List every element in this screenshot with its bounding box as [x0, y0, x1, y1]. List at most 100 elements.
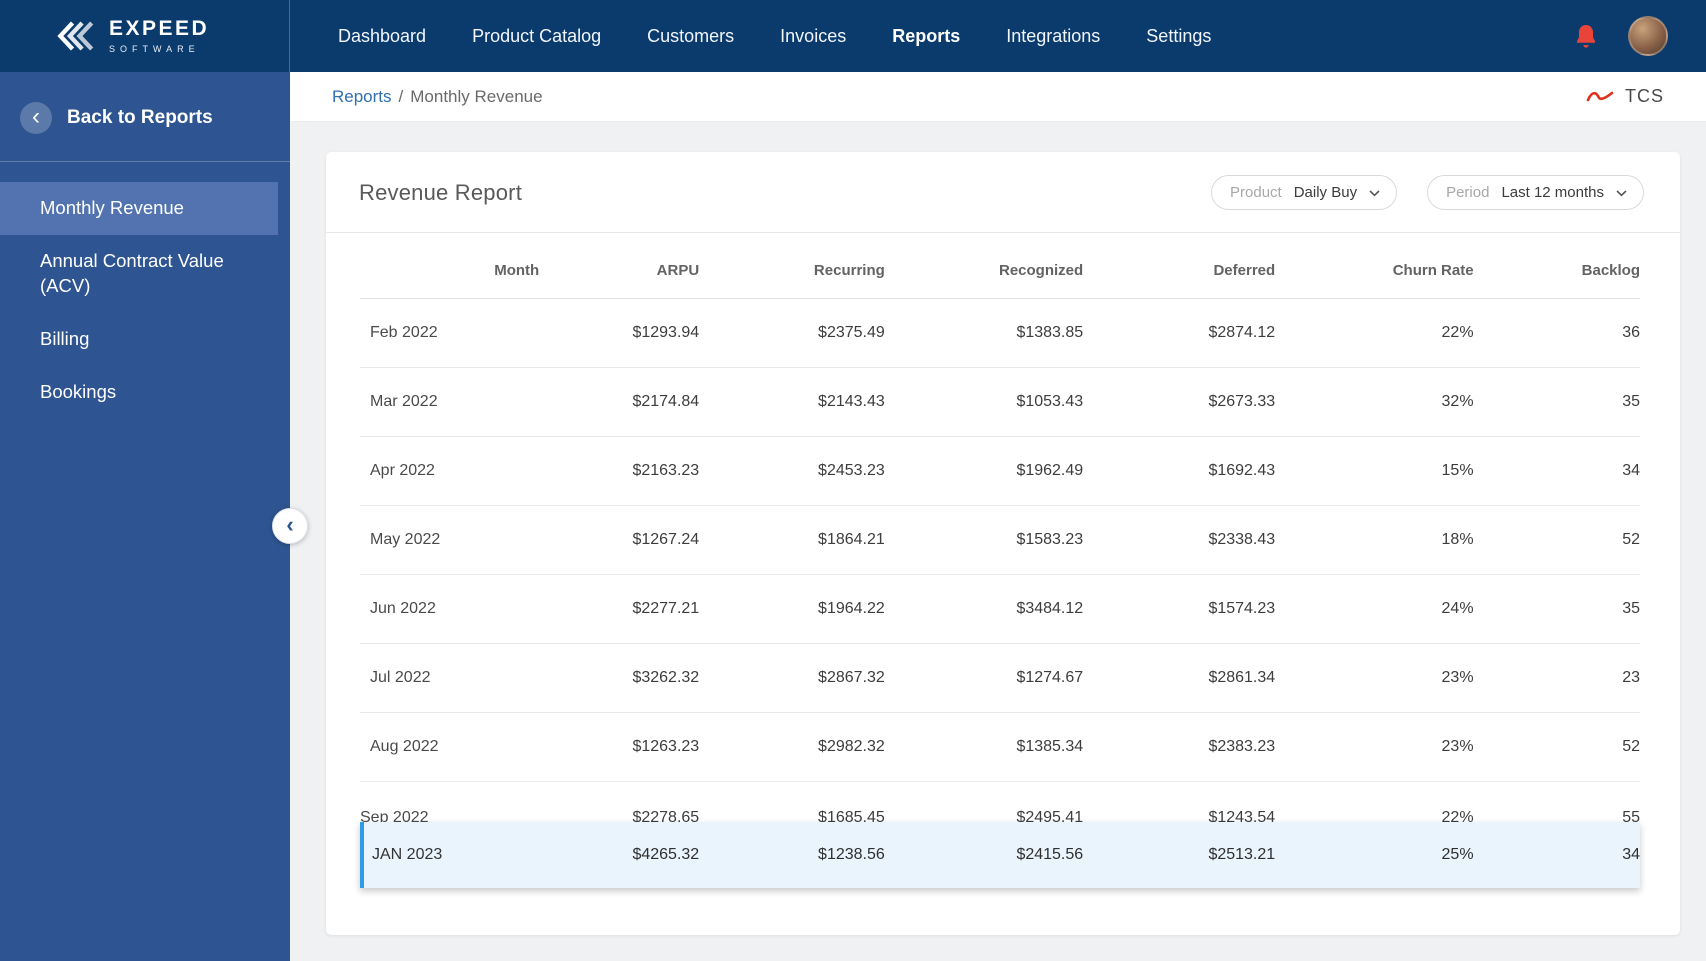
body-area: ‹ Back to Reports Monthly Revenue Annual… [0, 72, 1706, 961]
table-row[interactable]: Jun 2022 $2277.21 $1964.22 $3484.12 $157… [360, 575, 1640, 644]
nav-item[interactable]: Dashboard [338, 26, 426, 47]
cell-deferred: $2383.23 [1083, 713, 1276, 782]
column-header: Recognized [884, 237, 1084, 299]
column-header: Churn Rate [1275, 237, 1474, 299]
cell-arpu: $1293.94 [539, 299, 700, 368]
cell-month: Sep 2022 [360, 782, 539, 822]
cell-month: Feb 2022 [360, 299, 540, 368]
tcs-label: TCS [1625, 86, 1664, 106]
table-row[interactable]: May 2022 $1267.24 $1864.21 $1583.23 $233… [360, 506, 1640, 575]
cell-month: May 2022 [360, 506, 540, 575]
cell-arpu: $2277.21 [539, 575, 700, 644]
cell-deferred: $2338.43 [1083, 506, 1276, 575]
cell-arpu: $4265.32 [539, 822, 700, 888]
table-row-clipped-sep-2022[interactable]: Sep 2022 $2278.65 $1685.45 $2495.41 $124… [360, 782, 1640, 822]
cell-backlog: 23 [1473, 644, 1640, 713]
cell-recognized: $1383.85 [884, 299, 1084, 368]
cell-arpu: $2278.65 [539, 782, 699, 822]
table-body: Feb 2022 $1293.94 $2375.49 $1383.85 $287… [360, 299, 1640, 782]
cell-recognized: $1962.49 [884, 437, 1084, 506]
clipped-text: $2495.41 [1016, 809, 1084, 822]
table-row[interactable]: Feb 2022 $1293.94 $2375.49 $1383.85 $287… [360, 299, 1640, 368]
brand[interactable]: EXPEED SOFTWARE [0, 0, 290, 72]
cell-churn-rate: 15% [1275, 437, 1474, 506]
cell-deferred: $2513.21 [1083, 822, 1276, 888]
sidebar-item[interactable]: Annual Contract Value (ACV) [0, 235, 278, 313]
sidebar-item[interactable]: Billing [0, 313, 278, 366]
cell-churn-rate: 24% [1275, 575, 1474, 644]
brand-subtitle: SOFTWARE [109, 43, 200, 54]
column-header: ARPU [539, 237, 700, 299]
filter-dropdown[interactable]: Period Last 12 months [1427, 175, 1644, 210]
sidebar-item[interactable]: Monthly Revenue [0, 182, 278, 235]
back-label: Back to Reports [67, 107, 213, 128]
breadcrumb-current: Monthly Revenue [410, 86, 543, 106]
chevron-left-icon: ‹ [286, 511, 294, 537]
cell-churn-rate: 22% [1275, 782, 1474, 822]
nav-item[interactable]: Reports [892, 26, 960, 47]
cell-recurring: $2453.23 [699, 437, 885, 506]
nav-item[interactable]: Customers [647, 26, 734, 47]
table-head: Month ARPU Recurring Recognized Deferred [360, 237, 1640, 299]
cell-recurring: $2375.49 [699, 299, 885, 368]
sidebar-collapse-button[interactable]: ‹ [272, 508, 308, 544]
breadcrumb-link-reports[interactable]: Reports [332, 87, 392, 107]
filter-label: Product [1230, 184, 1282, 201]
clipped-text: Sep 2022 [360, 809, 429, 822]
nav-item[interactable]: Product Catalog [472, 26, 601, 47]
report-filters: Product Daily Buy Period Last 12 months [1211, 175, 1644, 210]
cell-churn-rate: 23% [1275, 713, 1474, 782]
cell-deferred: $2861.34 [1083, 644, 1276, 713]
breadcrumb: Reports / Monthly Revenue [332, 87, 543, 107]
table-row-highlighted-jan-2023[interactable]: JAN 2023 $4265.32 $1238.56 $2415.56 $251… [360, 822, 1640, 888]
chevron-left-glyph: ‹ [32, 102, 40, 130]
filter-value: Daily Buy [1293, 184, 1358, 201]
cell-recognized: $1274.67 [884, 644, 1084, 713]
cell-recognized: $3484.12 [884, 575, 1084, 644]
cell-recurring: $2867.32 [699, 644, 885, 713]
sidebar: ‹ Back to Reports Monthly Revenue Annual… [0, 72, 308, 961]
filter-value: Last 12 months [1501, 184, 1604, 201]
column-header: Month [360, 237, 540, 299]
cell-backlog: 35 [1473, 368, 1640, 437]
table-row[interactable]: Aug 2022 $1263.23 $2982.32 $1385.34 $238… [360, 713, 1640, 782]
cell-churn-rate: 23% [1275, 644, 1474, 713]
table-header-row: Month ARPU Recurring Recognized Deferred [360, 237, 1640, 299]
cell-recognized: $1385.34 [884, 713, 1084, 782]
sidebar-item[interactable]: Bookings [0, 366, 278, 419]
revenue-table: Month ARPU Recurring Recognized Deferred [360, 237, 1640, 888]
cell-arpu: $1263.23 [539, 713, 700, 782]
cell-backlog: 55 [1474, 782, 1640, 822]
cell-recurring: $1964.22 [699, 575, 885, 644]
column-header: Recurring [699, 237, 885, 299]
user-avatar[interactable] [1628, 16, 1668, 56]
table-row[interactable]: Jul 2022 $3262.32 $2867.32 $1274.67 $286… [360, 644, 1640, 713]
cell-backlog: 35 [1473, 575, 1640, 644]
cell-backlog: 34 [1473, 822, 1640, 888]
app-window: EXPEED SOFTWARE Dashboard Product Catalo… [0, 0, 1706, 961]
table-row[interactable]: Mar 2022 $2174.84 $2143.43 $1053.43 $267… [360, 368, 1640, 437]
cell-month: Mar 2022 [360, 368, 540, 437]
brand-name: EXPEED [109, 17, 210, 41]
cell-recognized: $1053.43 [884, 368, 1084, 437]
topnav-right [1574, 16, 1706, 56]
cell-churn-rate: 18% [1275, 506, 1474, 575]
clipped-text: 55 [1622, 809, 1640, 822]
cell-backlog: 52 [1473, 713, 1640, 782]
cell-deferred: $2673.33 [1083, 368, 1276, 437]
table-body-special: Sep 2022 $2278.65 $1685.45 $2495.41 $124… [360, 782, 1640, 888]
revenue-report-card: Revenue Report Product Daily Buy Period … [326, 152, 1680, 935]
back-to-reports[interactable]: ‹ Back to Reports [0, 72, 290, 161]
cell-arpu: $2163.23 [539, 437, 700, 506]
table-row[interactable]: Apr 2022 $2163.23 $2453.23 $1962.49 $169… [360, 437, 1640, 506]
filter-dropdown[interactable]: Product Daily Buy [1211, 175, 1398, 210]
nav-item[interactable]: Invoices [780, 26, 846, 47]
cell-backlog: 52 [1473, 506, 1640, 575]
nav-item[interactable]: Settings [1146, 26, 1211, 47]
back-arrow-icon: ‹ [20, 102, 52, 134]
cell-recurring: $1864.21 [699, 506, 885, 575]
clipped-text: $1685.45 [818, 809, 885, 822]
cell-month: Apr 2022 [360, 437, 540, 506]
notifications-button[interactable] [1574, 23, 1598, 50]
nav-item[interactable]: Integrations [1006, 26, 1100, 47]
